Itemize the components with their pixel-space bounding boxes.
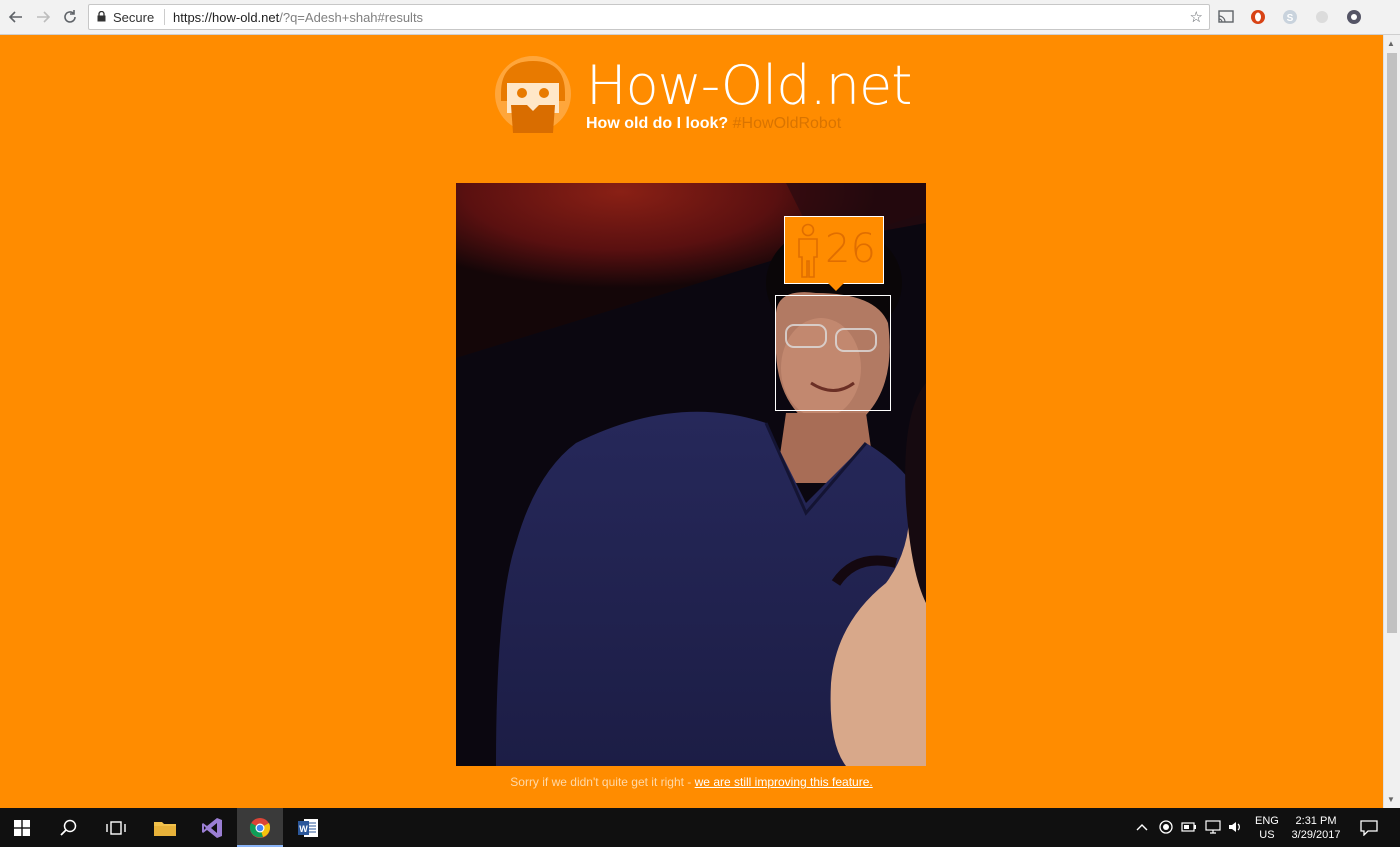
browser-toolbar: Secure https://how-old.net/?q=Adesh+shah… (0, 0, 1400, 35)
taskbar-visual-studio[interactable] (189, 808, 235, 847)
url-text[interactable]: https://how-old.net/?q=Adesh+shah#result… (173, 10, 423, 25)
volume-icon[interactable] (1227, 819, 1243, 835)
reload-button[interactable] (60, 7, 80, 27)
back-button[interactable] (6, 7, 26, 27)
battery-icon[interactable] (1181, 819, 1197, 835)
hashtag-link[interactable]: #HowOldRobot (733, 115, 842, 132)
start-button[interactable] (0, 808, 44, 847)
how-old-robot-logo (495, 56, 571, 133)
taskbar-file-explorer[interactable] (142, 808, 188, 847)
footer-note-text: Sorry if we didn't quite get it right - (510, 775, 695, 789)
notifications-icon[interactable] (1360, 819, 1378, 837)
taskbar-word[interactable]: W (285, 808, 331, 847)
age-badge-pointer (828, 283, 844, 291)
task-view-button[interactable] (94, 808, 138, 847)
age-value: 26 (825, 226, 876, 272)
address-divider (164, 9, 165, 25)
uploaded-photo: 26 (456, 183, 926, 766)
extension-globe-icon[interactable] (1345, 8, 1363, 26)
url-path: /?q=Adesh+shah#results (279, 10, 424, 25)
page-content: How-Old.net How old do I look? #HowOldRo… (0, 35, 1383, 808)
cast-icon[interactable] (1217, 8, 1235, 26)
svg-text:W: W (299, 824, 308, 834)
reload-icon (64, 10, 76, 23)
tagline: How old do I look? #HowOldRobot (586, 115, 841, 133)
back-arrow-icon (8, 11, 22, 23)
search-button[interactable] (48, 808, 90, 847)
extension-o-icon[interactable] (1249, 8, 1267, 26)
scroll-down-icon[interactable]: ▼ (1387, 795, 1395, 804)
clock-time: 2:31 PM (1295, 815, 1337, 827)
folder-icon (154, 821, 176, 836)
clock-date: 3/29/2017 (1291, 829, 1341, 841)
record-icon[interactable] (1158, 819, 1174, 835)
male-person-icon (798, 223, 818, 278)
task-view-icon (106, 820, 126, 835)
forward-button[interactable] (33, 7, 53, 27)
show-hidden-icons-chevron-icon[interactable] (1134, 819, 1150, 835)
page-scrollbar[interactable]: ▲ ▼ (1383, 35, 1400, 808)
scrollbar-thumb[interactable] (1387, 53, 1397, 633)
skype-icon[interactable]: S (1281, 8, 1299, 26)
url-host: https://how-old.net (173, 10, 280, 25)
footer-note: Sorry if we didn't quite get it right - … (0, 775, 1383, 789)
scroll-up-icon[interactable]: ▲ (1387, 39, 1395, 48)
bookmark-star-icon[interactable]: ☆ (1190, 8, 1203, 26)
taskbar-chrome[interactable] (237, 808, 283, 847)
word-icon: W (298, 818, 318, 837)
tagline-text: How old do I look? (586, 115, 729, 132)
system-clock[interactable]: 2:31 PM 3/29/2017 (1285, 814, 1347, 842)
input-language-indicator[interactable]: ENG US (1255, 814, 1279, 842)
secure-label: Secure (113, 10, 155, 25)
network-icon[interactable] (1205, 819, 1221, 835)
address-bar[interactable]: Secure https://how-old.net/?q=Adesh+shah… (88, 4, 1210, 30)
age-badge: 26 (784, 216, 884, 284)
face-detection-box (775, 295, 891, 411)
language-code: ENG (1255, 815, 1279, 827)
site-title: How-Old.net (586, 54, 912, 117)
improving-feature-link[interactable]: we are still improving this feature. (695, 775, 873, 789)
windows-logo-icon (14, 819, 30, 836)
extension-gray-icon[interactable] (1313, 8, 1331, 26)
chrome-icon (249, 817, 271, 838)
windows-taskbar: W ENG US 2:31 PM 3/29/2017 (0, 808, 1400, 847)
lock-icon (97, 11, 106, 22)
svg-text:S: S (1287, 13, 1294, 24)
visual-studio-icon (202, 817, 222, 838)
region-code: US (1259, 829, 1275, 841)
forward-arrow-icon (37, 11, 51, 23)
search-icon (60, 819, 77, 836)
